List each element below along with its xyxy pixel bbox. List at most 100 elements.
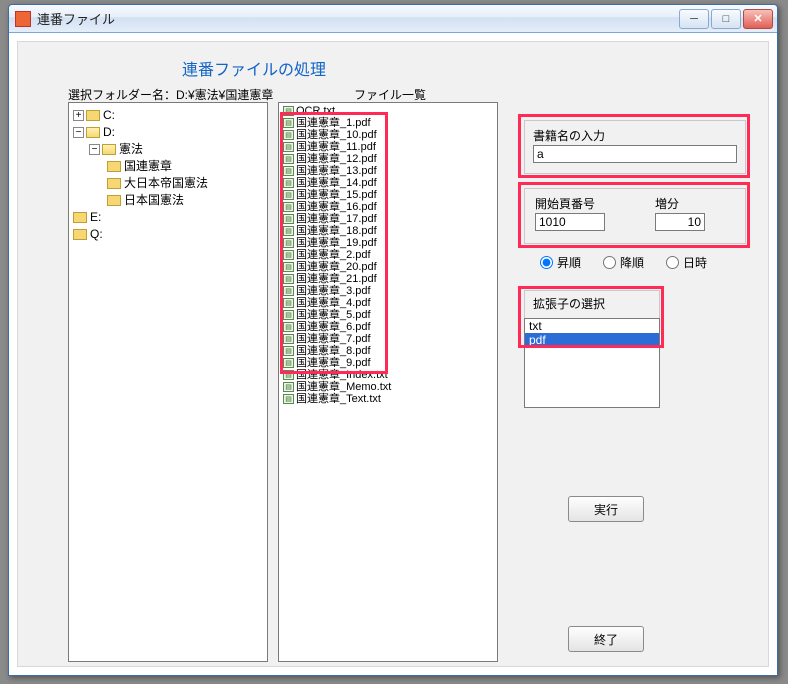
file-name: 国連憲章_9.pdf (296, 357, 371, 369)
tree-node-kenpo[interactable]: −憲法 (89, 141, 263, 158)
file-name: 国連憲章_13.pdf (296, 165, 377, 177)
exit-button[interactable]: 終了 (568, 626, 644, 652)
file-row[interactable]: ▤国連憲章_2.pdf (281, 249, 495, 261)
file-name: 国連憲章_Index.txt (296, 369, 388, 381)
file-icon: ▤ (283, 394, 294, 404)
file-row[interactable]: ▤国連憲章_10.pdf (281, 129, 495, 141)
file-row[interactable]: ▤国連憲章_21.pdf (281, 273, 495, 285)
file-row[interactable]: ▤国連憲章_9.pdf (281, 357, 495, 369)
tree-node-q[interactable]: Q: (73, 226, 263, 243)
file-row[interactable]: ▤国連憲章_17.pdf (281, 213, 495, 225)
tree-node-dainihon[interactable]: 大日本帝国憲法 (107, 175, 263, 192)
file-row[interactable]: ▤国連憲章_Index.txt (281, 369, 495, 381)
folder-icon (107, 161, 121, 172)
file-name: 国連憲章_8.pdf (296, 345, 371, 357)
increment-input[interactable] (655, 213, 705, 231)
file-row[interactable]: ▤国連憲章_5.pdf (281, 309, 495, 321)
extension-list[interactable]: txtpdf (524, 318, 660, 408)
file-name: 国連憲章_5.pdf (296, 309, 371, 321)
collapse-icon[interactable]: − (73, 127, 84, 138)
extension-item-pdf[interactable]: pdf (525, 333, 659, 347)
file-row[interactable]: ▤国連憲章_1.pdf (281, 117, 495, 129)
file-row[interactable]: ▤国連憲章_13.pdf (281, 165, 495, 177)
bookname-label: 書籍名の入力 (533, 127, 605, 144)
file-name: 国連憲章_2.pdf (296, 249, 371, 261)
execute-button[interactable]: 実行 (568, 496, 644, 522)
file-icon: ▤ (283, 250, 294, 260)
tree-label: E: (90, 210, 101, 224)
folder-icon (86, 110, 100, 121)
file-row[interactable]: ▤国連憲章_18.pdf (281, 225, 495, 237)
startpage-label: 開始頁番号 (535, 195, 595, 212)
file-row[interactable]: ▤OCR.txt (281, 105, 495, 117)
file-icon: ▤ (283, 286, 294, 296)
file-icon: ▤ (283, 298, 294, 308)
file-name: 国連憲章_17.pdf (296, 213, 377, 225)
minimize-button[interactable]: ─ (679, 9, 709, 29)
filelist-label: ファイル一覧 (354, 86, 426, 103)
maximize-button[interactable]: □ (711, 9, 741, 29)
file-row[interactable]: ▤国連憲章_19.pdf (281, 237, 495, 249)
minimize-icon: ─ (690, 13, 698, 25)
client-area: 連番ファイルの処理 選択フォルダー名：D:¥憲法¥国連憲章 ファイル一覧 +C:… (17, 41, 769, 667)
tree-node-kokuren[interactable]: 国連憲章 (107, 158, 263, 175)
file-list[interactable]: ▤OCR.txt▤国連憲章_1.pdf▤国連憲章_10.pdf▤国連憲章_11.… (278, 102, 498, 662)
file-row[interactable]: ▤国連憲章_12.pdf (281, 153, 495, 165)
radio-asc[interactable]: 昇順 (540, 254, 581, 271)
maximize-icon: □ (723, 13, 730, 25)
file-icon: ▤ (283, 154, 294, 164)
file-row[interactable]: ▤国連憲章_8.pdf (281, 345, 495, 357)
tree-node-d[interactable]: −D: (73, 124, 263, 141)
file-icon: ▤ (283, 202, 294, 212)
sort-radios: 昇順 降順 日時 (540, 254, 707, 271)
expand-icon[interactable]: + (73, 110, 84, 121)
folder-icon (107, 178, 121, 189)
folder-open-icon (102, 144, 116, 155)
file-name: 国連憲章_10.pdf (296, 129, 377, 141)
folder-tree[interactable]: + C: −D: −憲法 国連憲章 大日本帝国憲法 日本国憲法 E: Q: (68, 102, 268, 662)
folder-icon (107, 195, 121, 206)
folder-open-icon (86, 127, 100, 138)
titlebar: 連番ファイル ─ □ ✕ (9, 5, 777, 33)
file-name: 国連憲章_7.pdf (296, 333, 371, 345)
radio-asc-input[interactable] (540, 256, 553, 269)
file-icon: ▤ (283, 310, 294, 320)
file-icon: ▤ (283, 274, 294, 284)
file-row[interactable]: ▤国連憲章_Text.txt (281, 393, 495, 405)
file-name: 国連憲章_6.pdf (296, 321, 371, 333)
radio-desc-input[interactable] (603, 256, 616, 269)
radio-date[interactable]: 日時 (666, 254, 707, 271)
file-row[interactable]: ▤国連憲章_16.pdf (281, 201, 495, 213)
tree-node-c[interactable]: + C: (73, 107, 263, 124)
radio-desc-label: 降順 (620, 254, 644, 271)
file-row[interactable]: ▤国連憲章_4.pdf (281, 297, 495, 309)
file-icon: ▤ (283, 118, 294, 128)
file-row[interactable]: ▤国連憲章_7.pdf (281, 333, 495, 345)
file-name: 国連憲章_1.pdf (296, 117, 371, 129)
tree-node-e[interactable]: E: (73, 209, 263, 226)
close-button[interactable]: ✕ (743, 9, 773, 29)
file-row[interactable]: ▤国連憲章_Memo.txt (281, 381, 495, 393)
file-name: 国連憲章_3.pdf (296, 285, 371, 297)
close-icon: ✕ (753, 12, 762, 25)
radio-date-label: 日時 (683, 254, 707, 271)
collapse-icon[interactable]: − (89, 144, 100, 155)
startpage-input[interactable] (535, 213, 605, 231)
file-row[interactable]: ▤国連憲章_14.pdf (281, 177, 495, 189)
file-row[interactable]: ▤国連憲章_3.pdf (281, 285, 495, 297)
bookname-group: 書籍名の入力 (524, 120, 746, 174)
file-icon: ▤ (283, 346, 294, 356)
radio-date-input[interactable] (666, 256, 679, 269)
file-row[interactable]: ▤国連憲章_11.pdf (281, 141, 495, 153)
bookname-input[interactable] (533, 145, 737, 163)
file-row[interactable]: ▤国連憲章_15.pdf (281, 189, 495, 201)
file-icon: ▤ (283, 322, 294, 332)
tree-node-nihon[interactable]: 日本国憲法 (107, 192, 263, 209)
file-row[interactable]: ▤国連憲章_6.pdf (281, 321, 495, 333)
file-icon: ▤ (283, 382, 294, 392)
file-row[interactable]: ▤国連憲章_20.pdf (281, 261, 495, 273)
extension-item-txt[interactable]: txt (525, 319, 659, 333)
file-icon: ▤ (283, 166, 294, 176)
tree-label: C: (103, 108, 115, 122)
radio-desc[interactable]: 降順 (603, 254, 644, 271)
